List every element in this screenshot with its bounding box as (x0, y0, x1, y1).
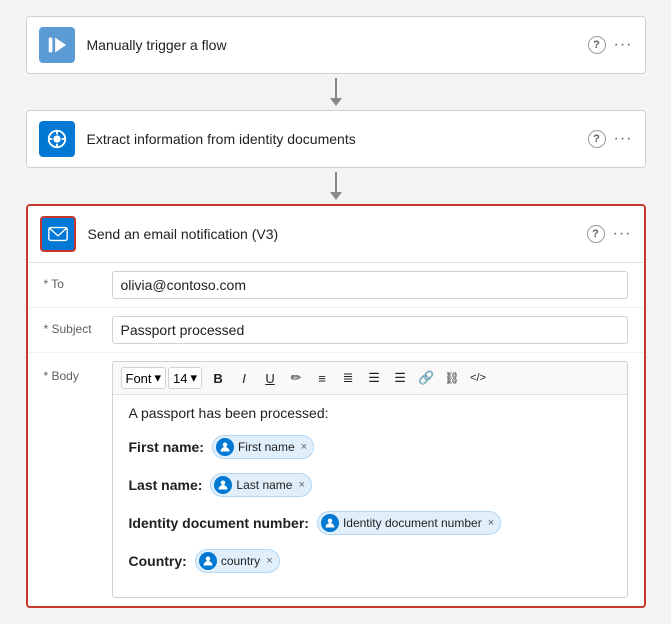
lastname-field-label: Last name: (129, 477, 203, 493)
link-button[interactable]: 🔗 (414, 366, 438, 390)
extract-menu-icon[interactable]: ··· (614, 130, 633, 148)
font-label: Font (126, 371, 152, 386)
email-form-body: * To * Subject * Body Font ▾ (28, 262, 644, 606)
body-intro-text: A passport has been processed: (129, 405, 611, 421)
extract-card: Extract information from identity docume… (26, 110, 646, 168)
country-token-label: country (221, 554, 260, 568)
body-field-row: * Body Font ▾ 14 ▾ B I U (28, 353, 644, 606)
body-docnum-line: Identity document number: Identity docum… (129, 511, 611, 535)
extract-card-title: Extract information from identity docume… (87, 131, 588, 147)
country-token-close[interactable]: × (266, 555, 272, 567)
trigger-icon (39, 27, 75, 63)
email-icon-box (40, 216, 76, 252)
size-label: 14 (173, 371, 187, 386)
docnum-token-close[interactable]: × (488, 517, 494, 529)
bold-button[interactable]: B (206, 366, 230, 390)
docnum-token[interactable]: Identity document number × (317, 511, 501, 535)
body-editor-wrapper: Font ▾ 14 ▾ B I U ✏ ≡ ≣ ☰ (112, 361, 628, 598)
to-input[interactable] (112, 271, 628, 299)
email-card: Send an email notification (V3) ? ··· * … (26, 204, 646, 608)
trigger-card: Manually trigger a flow ? ··· (26, 16, 646, 74)
email-help-icon[interactable]: ? (587, 225, 605, 243)
extract-help-icon[interactable]: ? (588, 130, 606, 148)
flow-container: Manually trigger a flow ? ··· (16, 16, 655, 608)
lastname-token-label: Last name (236, 478, 292, 492)
underline-button[interactable]: U (258, 366, 282, 390)
highlight-button[interactable]: ✏ (284, 366, 308, 390)
extract-card-header[interactable]: Extract information from identity docume… (27, 111, 645, 167)
country-field-label: Country: (129, 553, 187, 569)
unlink-button[interactable]: ⛓ (440, 366, 464, 390)
subject-input[interactable] (112, 316, 628, 344)
arrow-1 (330, 74, 342, 110)
arrow-head-1 (330, 98, 342, 106)
font-selector[interactable]: Font ▾ (121, 367, 167, 389)
trigger-card-actions: ? ··· (588, 36, 633, 54)
email-card-header[interactable]: Send an email notification (V3) ? ··· (28, 206, 644, 262)
body-intro-static: A passport has been processed: (129, 405, 329, 421)
firstname-token-label: First name (238, 440, 295, 454)
size-selector[interactable]: 14 ▾ (168, 367, 202, 389)
body-country-line: Country: country × (129, 549, 611, 573)
rich-toolbar: Font ▾ 14 ▾ B I U ✏ ≡ ≣ ☰ (113, 362, 627, 395)
size-dropdown-icon: ▾ (191, 370, 198, 386)
firstname-token-icon (216, 438, 234, 456)
trigger-menu-icon[interactable]: ··· (614, 36, 633, 54)
arrow-line-2 (335, 172, 337, 192)
email-menu-icon[interactable]: ··· (613, 225, 632, 243)
lastname-token-icon (214, 476, 232, 494)
lastname-token[interactable]: Last name × (210, 473, 311, 497)
ordered-list-button[interactable]: ≣ (336, 366, 360, 390)
subject-label: * Subject (44, 316, 112, 336)
body-firstname-line: First name: First name × (129, 435, 611, 459)
country-token-icon (199, 552, 217, 570)
body-content-area[interactable]: A passport has been processed: First nam… (113, 395, 627, 597)
firstname-token-close[interactable]: × (301, 441, 307, 453)
docnum-token-icon (321, 514, 339, 532)
arrow-2 (330, 168, 342, 204)
font-dropdown-icon: ▾ (155, 370, 162, 386)
email-card-actions: ? ··· (587, 225, 632, 243)
body-lastname-line: Last name: Last name × (129, 473, 611, 497)
italic-button[interactable]: I (232, 366, 256, 390)
unordered-list-button[interactable]: ≡ (310, 366, 334, 390)
extract-card-actions: ? ··· (588, 130, 633, 148)
docnum-token-label: Identity document number (343, 516, 482, 530)
trigger-help-icon[interactable]: ? (588, 36, 606, 54)
code-button[interactable]: </> (466, 366, 490, 390)
docnum-field-label: Identity document number: (129, 515, 309, 531)
lastname-token-close[interactable]: × (298, 479, 304, 491)
extract-icon (39, 121, 75, 157)
to-field-row: * To (28, 263, 644, 308)
body-label: * Body (44, 361, 112, 383)
country-token[interactable]: country × (195, 549, 280, 573)
trigger-card-title: Manually trigger a flow (87, 37, 588, 53)
subject-field-row: * Subject (28, 308, 644, 353)
align-left-button[interactable]: ☰ (362, 366, 386, 390)
trigger-card-header[interactable]: Manually trigger a flow ? ··· (27, 17, 645, 73)
firstname-field-label: First name: (129, 439, 204, 455)
email-card-title: Send an email notification (V3) (88, 226, 587, 242)
to-label: * To (44, 271, 112, 291)
firstname-token[interactable]: First name × (212, 435, 314, 459)
arrow-head-2 (330, 192, 342, 200)
align-right-button[interactable]: ☰ (388, 366, 412, 390)
arrow-line-1 (335, 78, 337, 98)
